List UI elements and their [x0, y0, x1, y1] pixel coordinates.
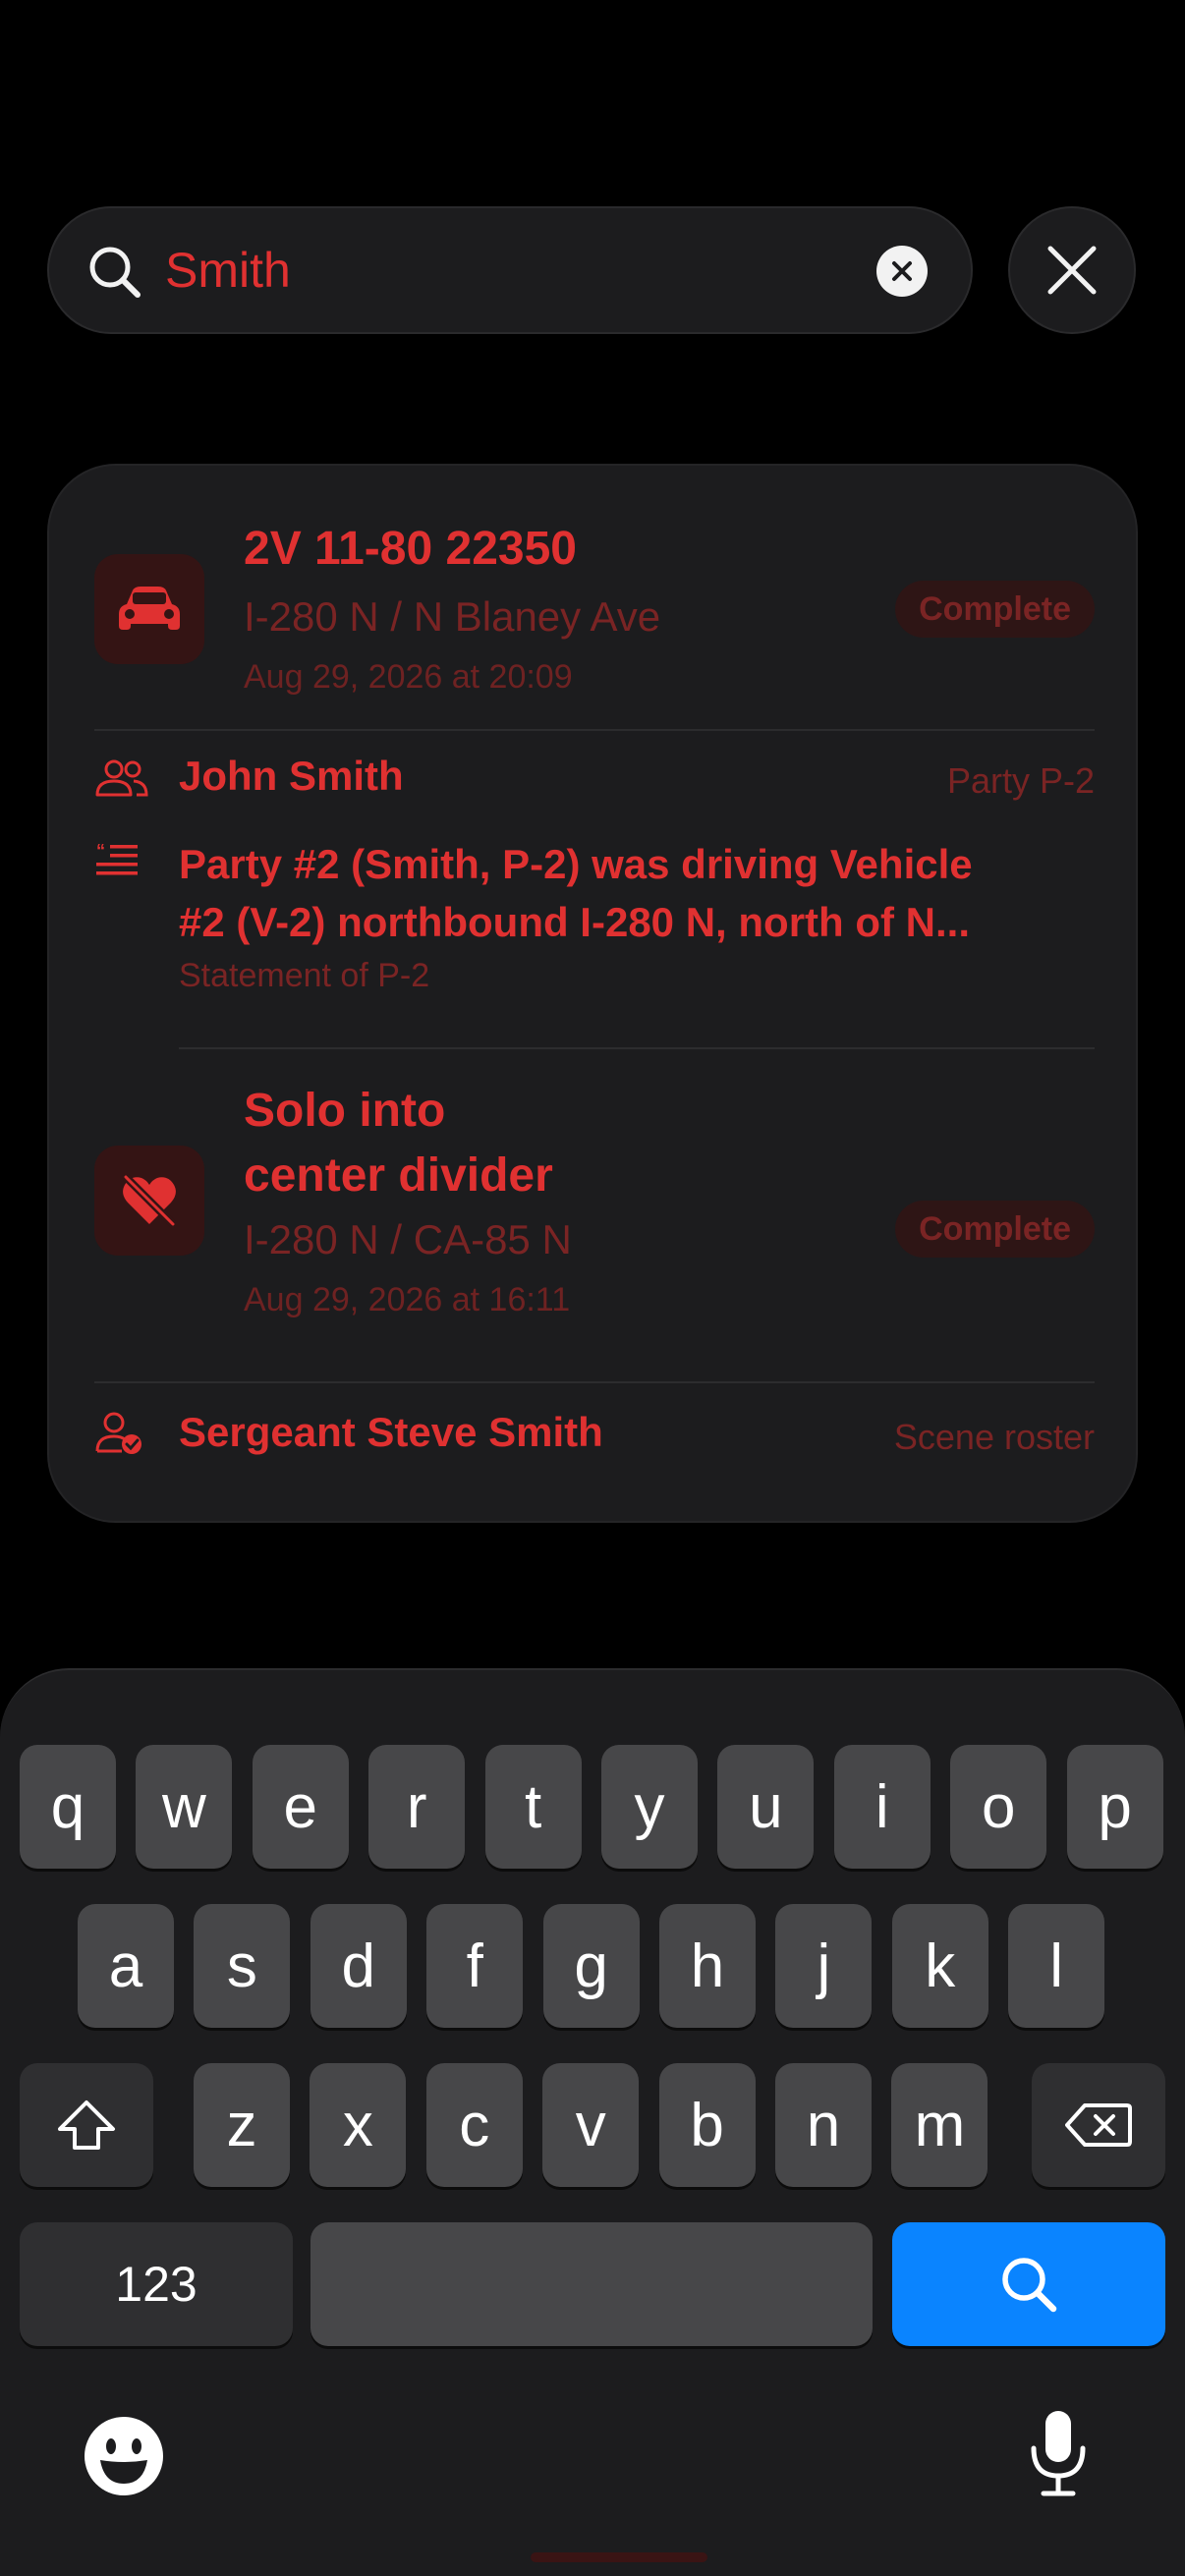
emoji-key[interactable]: [83, 2415, 165, 2502]
key-k[interactable]: k: [891, 1904, 988, 2028]
search-icon: [86, 244, 143, 306]
incident-title: 2V 11-80 22350: [244, 523, 577, 575]
shift-key[interactable]: [20, 2063, 153, 2187]
people-icon: [94, 758, 149, 803]
key-d[interactable]: d: [310, 1904, 407, 2028]
svg-text:“: “: [96, 841, 105, 861]
status-badge: Complete: [895, 1201, 1095, 1258]
key-o[interactable]: o: [950, 1745, 1047, 1869]
incident-datetime: Aug 29, 2026 at 16:11: [244, 1281, 571, 1318]
statement-line: #2 (V-2) northbound I-280 N, north of N.…: [179, 899, 970, 945]
incident-title: Solo into: [244, 1085, 446, 1137]
incident-result-row[interactable]: 2V 11-80 22350 I-280 N / N Blaney Ave Au…: [49, 466, 1140, 731]
search-field[interactable]: Smith: [47, 206, 973, 334]
key-y[interactable]: y: [601, 1745, 698, 1869]
key-v[interactable]: v: [542, 2063, 640, 2187]
key-b[interactable]: b: [658, 2063, 756, 2187]
key-l[interactable]: l: [1008, 1904, 1105, 2028]
statement-line: Party #2 (Smith, P-2) was driving Vehicl…: [179, 841, 973, 887]
statement-caption: Statement of P-2: [179, 957, 430, 994]
person-check-icon: [94, 1411, 143, 1459]
microphone-icon: [1031, 2411, 1086, 2496]
close-search-button[interactable]: [1008, 206, 1136, 334]
key-f[interactable]: f: [426, 1904, 524, 2028]
key-i[interactable]: i: [833, 1745, 931, 1869]
key-g[interactable]: g: [542, 1904, 640, 2028]
heart-slash-icon: [94, 1146, 204, 1256]
roster-source: Scene roster: [893, 1417, 1095, 1457]
statement-snippet: Party #2 (Smith, P-2) was driving Vehicl…: [179, 835, 1083, 951]
key-x[interactable]: x: [310, 2063, 407, 2187]
key-u[interactable]: u: [717, 1745, 815, 1869]
clear-search-button[interactable]: [876, 246, 928, 297]
search-icon: [1002, 2258, 1057, 2313]
shift-icon: [58, 2100, 115, 2150]
search-input[interactable]: Smith: [165, 242, 291, 299]
incident-result-row[interactable]: Solo into center divider I-280 N / CA-85…: [49, 1049, 1140, 1373]
close-icon: [1047, 246, 1097, 295]
roster-result-row[interactable]: Sergeant Steve Smith Scene roster: [49, 1383, 1140, 1491]
key-w[interactable]: w: [136, 1745, 233, 1869]
incident-title: center divider: [244, 1149, 553, 1202]
home-indicator: [531, 2552, 707, 2562]
dictation-key[interactable]: [1026, 2409, 1091, 2502]
key-e[interactable]: e: [252, 1745, 349, 1869]
key-s[interactable]: s: [194, 1904, 291, 2028]
key-n[interactable]: n: [775, 2063, 872, 2187]
search-results-card: 2V 11-80 22350 I-280 N / N Blaney Ave Au…: [47, 464, 1138, 1523]
key-c[interactable]: c: [425, 2063, 523, 2187]
key-j[interactable]: j: [775, 1904, 873, 2028]
status-badge: Complete: [895, 581, 1095, 638]
key-a[interactable]: a: [78, 1904, 174, 2028]
delete-key[interactable]: [1032, 2063, 1165, 2187]
incident-location: I-280 N / N Blaney Ave: [244, 593, 661, 640]
key-h[interactable]: h: [659, 1904, 756, 2028]
key-t[interactable]: t: [484, 1745, 582, 1869]
key-p[interactable]: p: [1066, 1745, 1163, 1869]
car-icon: [94, 554, 204, 664]
key-q[interactable]: q: [20, 1745, 116, 1869]
search-key[interactable]: [892, 2222, 1165, 2346]
party-role: Party P-2: [946, 760, 1095, 801]
key-z[interactable]: z: [194, 2063, 290, 2187]
emoji-icon: [85, 2417, 163, 2495]
party-name: John Smith: [179, 753, 404, 799]
incident-datetime: Aug 29, 2026 at 20:09: [244, 658, 573, 696]
key-r[interactable]: r: [368, 1745, 466, 1869]
numbers-key[interactable]: 123: [20, 2222, 293, 2346]
roster-name: Sergeant Steve Smith: [179, 1409, 603, 1455]
on-screen-keyboard: qwertyuiop asdfghjkl zxcvbnm 123: [0, 1668, 1185, 2576]
space-key[interactable]: [310, 2222, 873, 2346]
party-result-row[interactable]: John Smith Party P-2: [49, 731, 1140, 819]
key-m[interactable]: m: [891, 2063, 988, 2187]
incident-location: I-280 N / CA-85 N: [244, 1216, 572, 1262]
clear-icon: [892, 261, 912, 281]
backspace-icon: [1065, 2103, 1132, 2147]
quote-text-icon: “: [94, 841, 140, 883]
